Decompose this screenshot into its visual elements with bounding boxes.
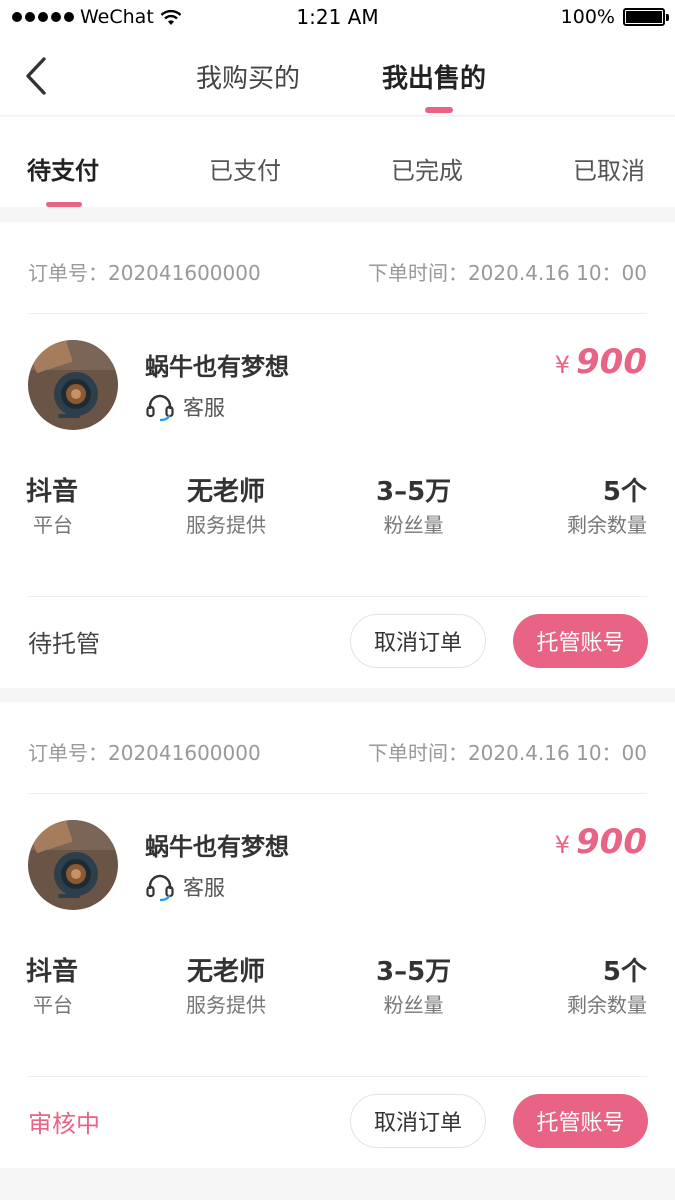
stat-remaining: 5个 剩余数量 <box>567 954 647 1020</box>
divider <box>28 313 647 314</box>
customer-service-label: 客服 <box>183 396 225 420</box>
stat-label: 剩余数量 <box>567 513 647 537</box>
stat-value: 无老师 <box>186 957 265 987</box>
battery-info: 100% <box>560 6 669 28</box>
order-status: 待托管 <box>28 630 100 658</box>
nav-bar: 我购买的 我出售的 <box>0 36 675 116</box>
status-tab-indicator <box>46 202 82 207</box>
order-status: 审核中 <box>28 1110 100 1138</box>
order-time: 下单时间：2020.4.16 10：00 <box>367 741 647 765</box>
tab-paid[interactable]: 已支付 <box>209 151 281 186</box>
price: ¥ 900 <box>555 822 647 862</box>
host-account-button[interactable]: 托管账号 <box>513 1094 648 1148</box>
divider <box>28 596 647 597</box>
stat-value: 抖音 <box>26 477 79 507</box>
cancel-order-button[interactable]: 取消订单 <box>350 614 486 668</box>
tab-active-indicator <box>425 107 453 113</box>
stat-platform: 抖音 平台 <box>26 954 78 1020</box>
tab-cancelled[interactable]: 已取消 <box>573 151 645 186</box>
stat-label: 平台 <box>33 513 73 537</box>
order-number: 订单号：202041600000 <box>28 261 261 285</box>
stat-remaining: 5个 剩余数量 <box>567 474 647 540</box>
divider <box>28 793 647 794</box>
tab-completed[interactable]: 已完成 <box>391 151 463 186</box>
back-button[interactable] <box>22 54 62 98</box>
host-account-button[interactable]: 托管账号 <box>513 614 648 668</box>
price-value: 900 <box>576 822 647 862</box>
stat-provider: 无老师 服务提供 <box>186 954 266 1020</box>
order-card: 订单号：202041600000 下单时间：2020.4.16 10：00 蜗牛… <box>0 222 675 688</box>
status-tabs: 待支付 已支付 已完成 已取消 <box>0 117 675 207</box>
stat-platform: 抖音 平台 <box>26 474 78 540</box>
chevron-left-icon <box>26 57 46 95</box>
tab-sold[interactable]: 我出售的 <box>382 58 486 95</box>
stat-label: 粉丝量 <box>383 993 444 1017</box>
stat-followers: 3–5万 粉丝量 <box>376 954 451 1020</box>
currency-symbol: ¥ <box>554 831 571 859</box>
customer-service-label: 客服 <box>183 876 225 900</box>
headset-icon <box>146 874 174 902</box>
stat-provider: 无老师 服务提供 <box>186 474 266 540</box>
customer-service-link[interactable]: 客服 <box>145 392 225 422</box>
status-bar: WeChat 1:21 AM 100% <box>0 0 675 36</box>
stat-label: 平台 <box>33 993 73 1017</box>
stat-label: 剩余数量 <box>567 993 647 1017</box>
order-card: 订单号：202041600000 下单时间：2020.4.16 10：00 蜗牛… <box>0 702 675 1168</box>
stat-value: 无老师 <box>186 477 265 507</box>
stat-value: 抖音 <box>26 957 79 987</box>
tab-pending-payment[interactable]: 待支付 <box>27 151 99 186</box>
price-value: 900 <box>576 342 647 382</box>
order-time: 下单时间：2020.4.16 10：00 <box>367 261 647 285</box>
stat-value: 5个 <box>602 957 647 987</box>
headset-icon <box>146 394 174 422</box>
stat-value: 3–5万 <box>376 477 452 507</box>
avatar[interactable] <box>28 820 118 910</box>
seller-name: 蜗牛也有梦想 <box>145 353 289 381</box>
customer-service-link[interactable]: 客服 <box>145 872 225 902</box>
order-number: 订单号：202041600000 <box>28 741 261 765</box>
stat-value: 3–5万 <box>376 957 452 987</box>
tab-purchased[interactable]: 我购买的 <box>196 58 300 95</box>
battery-percent: 100% <box>560 6 615 28</box>
stat-label: 服务提供 <box>186 993 266 1017</box>
price: ¥ 900 <box>555 342 647 382</box>
avatar[interactable] <box>28 340 118 430</box>
battery-icon <box>623 8 669 26</box>
cancel-order-button[interactable]: 取消订单 <box>350 1094 486 1148</box>
stat-value: 5个 <box>602 477 647 507</box>
seller-name: 蜗牛也有梦想 <box>145 833 289 861</box>
divider <box>28 1076 647 1077</box>
stat-followers: 3–5万 粉丝量 <box>376 474 451 540</box>
currency-symbol: ¥ <box>554 351 571 379</box>
stat-label: 服务提供 <box>186 513 266 537</box>
stat-label: 粉丝量 <box>383 513 444 537</box>
